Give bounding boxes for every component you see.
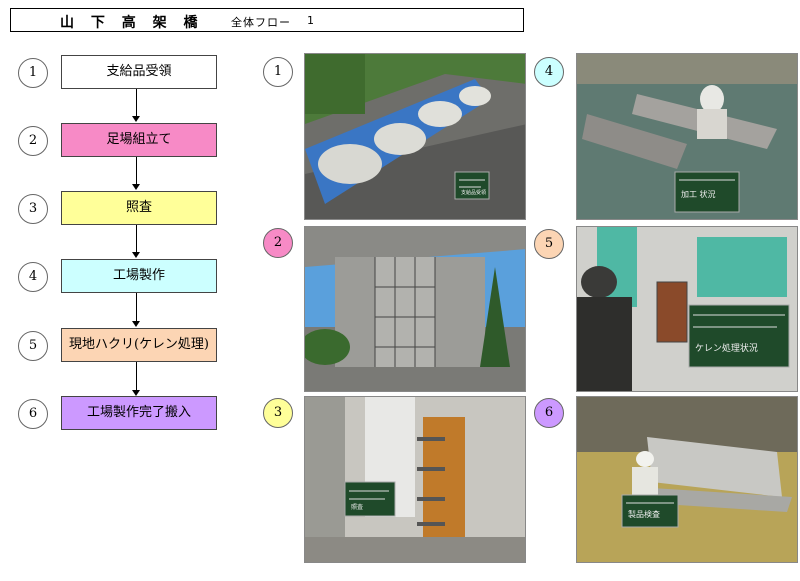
photo-1-number: 1 <box>263 57 293 87</box>
flow-arrow <box>136 293 137 322</box>
page-number: 1 <box>307 14 314 27</box>
flow-arrow <box>136 89 137 117</box>
photo-6-board-text: 製品検査 <box>628 509 660 519</box>
page-subtitle: 全体フロー <box>231 16 291 29</box>
scaffolding-photo <box>304 226 526 392</box>
flow-step-3-number: 3 <box>18 194 48 224</box>
inspection-photo: 照査 <box>304 396 526 563</box>
flow-arrow <box>136 362 137 391</box>
flow-arrow <box>136 225 137 253</box>
flow-step-1: 支給品受領 <box>61 55 217 89</box>
arrow-down-icon <box>132 252 140 258</box>
photo-6-number: 6 <box>534 398 564 428</box>
flow-step-2-number: 2 <box>18 126 48 156</box>
flow-step-5-number: 5 <box>18 331 48 361</box>
material-delivery-photo: 支給品受領 <box>304 53 526 220</box>
flow-arrow <box>136 157 137 185</box>
photo-5-number: 5 <box>534 229 564 259</box>
flow-step-2: 足場組立て <box>61 123 217 157</box>
flow-step-3: 照査 <box>61 191 217 225</box>
photo-5-board-text: ケレン処理状況 <box>695 342 758 354</box>
photo-4-board-text: 加工 状況 <box>681 189 716 199</box>
arrow-down-icon <box>132 184 140 190</box>
flow-step-5: 現地ハクリ(ケレン処理) <box>61 328 217 362</box>
photo-3-number: 3 <box>263 398 293 428</box>
finished-product-photo: 製品検査 <box>576 396 798 563</box>
blasting-photo: ケレン処理状況 <box>576 226 798 392</box>
page-title: 山 下 高 架 橋 <box>60 15 204 31</box>
flow-step-4: 工場製作 <box>61 259 217 293</box>
arrow-down-icon <box>132 116 140 122</box>
flow-step-6: 工場製作完了搬入 <box>61 396 217 430</box>
photo-3-board-text: 照査 <box>351 503 363 511</box>
photo-2-number: 2 <box>263 228 293 258</box>
flow-step-6-number: 6 <box>18 399 48 429</box>
photo-1-board-text: 支給品受領 <box>461 189 486 196</box>
welding-photo: 加工 状況 <box>576 53 798 220</box>
flow-step-1-number: 1 <box>18 58 48 88</box>
header-box: 山 下 高 架 橋 全体フロー 1 <box>10 8 524 32</box>
flow-step-4-number: 4 <box>18 262 48 292</box>
photo-4-number: 4 <box>534 57 564 87</box>
arrow-down-icon <box>132 321 140 327</box>
